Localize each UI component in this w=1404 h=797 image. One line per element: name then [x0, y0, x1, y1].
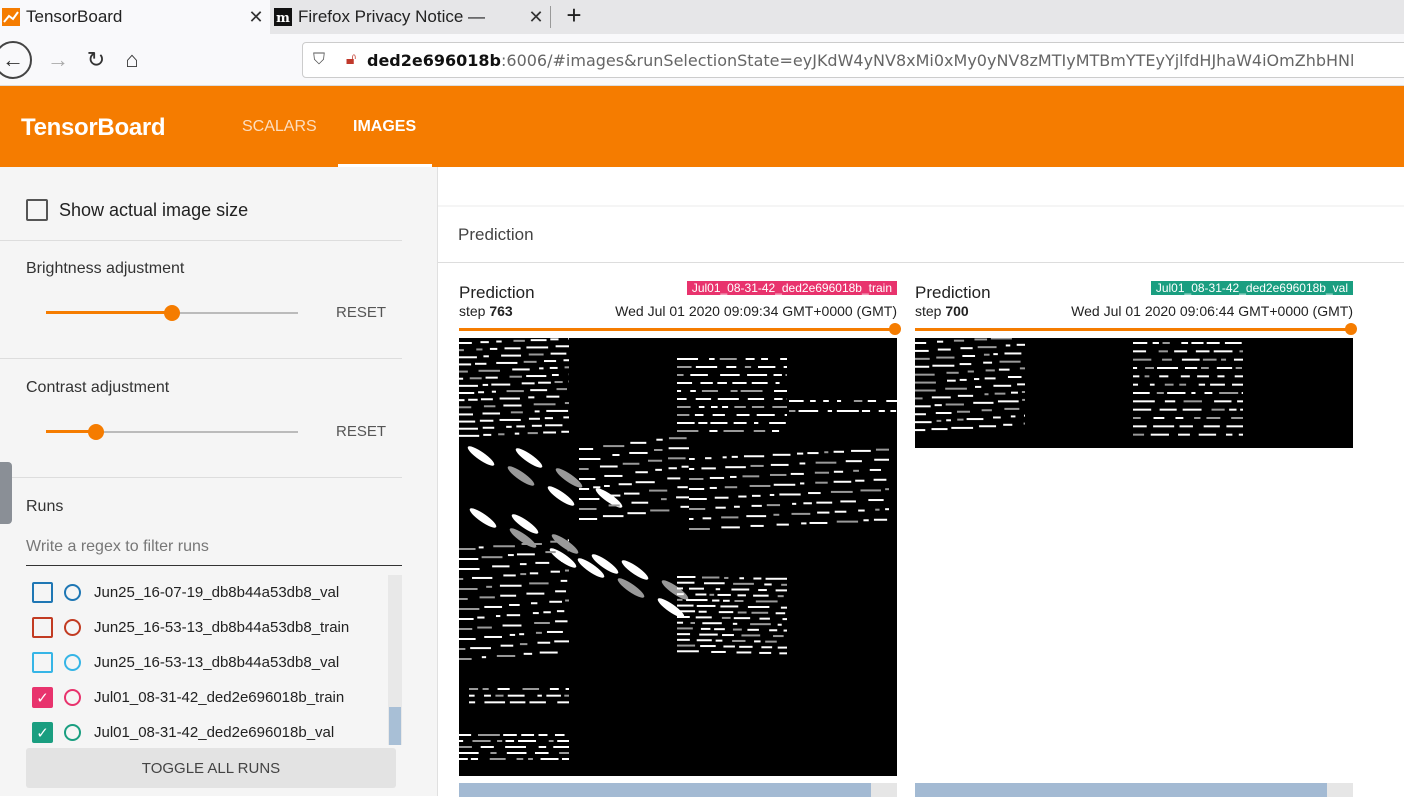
run-name: Jun25_16-07-19_db8b44a53db8_val: [94, 584, 339, 601]
run-color-swatch[interactable]: [64, 619, 81, 636]
brightness-reset-button[interactable]: RESET: [336, 304, 386, 321]
run-name: Jul01_08-31-42_ded2e696018b_val: [94, 724, 334, 741]
url-text[interactable]: ded2e696018b:6006/#images&runSelectionSt…: [367, 51, 1354, 70]
prediction-image: [915, 338, 1353, 448]
run-item[interactable]: Jun25_16-07-19_db8b44a53db8_val: [26, 575, 402, 610]
main-content: Prediction Prediction step 763 Jul01_08-…: [438, 167, 1404, 796]
pane-run-badge: Jul01_08-31-42_ded2e696018b_val: [1151, 281, 1353, 295]
svg-text:m: m: [276, 11, 290, 26]
browser-tab-bar: TensorBoard ✕ m Firefox Privacy Notice —…: [0, 0, 1404, 34]
back-button[interactable]: ←: [0, 41, 32, 79]
runs-label: Runs: [26, 498, 63, 516]
step-slider-thumb[interactable]: [1345, 323, 1357, 335]
browser-tab-tensorboard[interactable]: TensorBoard ✕: [0, 0, 270, 34]
prediction-image: [459, 338, 897, 776]
card-title[interactable]: Prediction: [458, 225, 534, 245]
run-name: Jun25_16-53-13_db8b44a53db8_train: [94, 619, 349, 636]
mozilla-favicon: m: [274, 8, 292, 26]
sidebar: Show actual image size Brightness adjust…: [0, 167, 438, 796]
tab-divider: [550, 6, 551, 28]
insecure-lock-icon[interactable]: 🔓︎: [335, 51, 367, 69]
run-color-swatch[interactable]: [64, 689, 81, 706]
tracking-shield-icon[interactable]: ⛉: [303, 51, 335, 69]
contrast-slider[interactable]: [46, 422, 298, 442]
forward-button[interactable]: →: [42, 44, 74, 76]
prediction-card: Prediction Prediction step 763 Jul01_08-…: [438, 207, 1404, 796]
home-icon: ⌂: [125, 47, 138, 73]
step-slider-thumb[interactable]: [889, 323, 901, 335]
runs-list: Jun25_16-07-19_db8b44a53db8_val Jun25_16-…: [26, 575, 402, 750]
run-color-swatch[interactable]: [64, 584, 81, 601]
run-checkbox[interactable]: [32, 582, 53, 603]
brightness-slider[interactable]: [46, 303, 298, 323]
back-arrow-icon: ←: [2, 47, 24, 73]
browser-tab-privacy-notice[interactable]: m Firefox Privacy Notice — ✕: [272, 0, 550, 34]
run-name: Jul01_08-31-42_ded2e696018b_train: [94, 689, 344, 706]
runs-scrollbar-thumb[interactable]: [389, 707, 401, 745]
browser-nav-bar: ← → ↻ ⌂ ⛉ 🔓︎ ded2e696018b:6006/#images&r…: [0, 34, 1404, 86]
run-checkbox[interactable]: [32, 617, 53, 638]
reload-button[interactable]: ↻: [80, 44, 112, 76]
divider: [0, 358, 402, 359]
run-color-swatch[interactable]: [64, 654, 81, 671]
run-color-swatch[interactable]: [64, 724, 81, 741]
pane-step: step 763: [459, 303, 513, 319]
divider: [0, 240, 402, 241]
pane-tag: Prediction: [915, 283, 991, 303]
card-divider: [438, 262, 1404, 263]
new-tab-button[interactable]: +: [560, 2, 588, 30]
close-tab-icon[interactable]: ✕: [242, 7, 270, 28]
run-item[interactable]: ✓ Jul01_08-31-42_ded2e696018b_train: [26, 680, 402, 715]
tab-scalars[interactable]: SCALARS: [242, 118, 317, 136]
run-filter-input[interactable]: Write a regex to filter runs: [26, 538, 402, 566]
run-item[interactable]: Jun25_16-53-13_db8b44a53db8_train: [26, 610, 402, 645]
pane-step: step 700: [915, 303, 969, 319]
close-tab-icon[interactable]: ✕: [522, 7, 550, 28]
show-actual-size-toggle[interactable]: Show actual image size: [26, 199, 248, 221]
home-button[interactable]: ⌂: [116, 44, 148, 76]
contrast-reset-button[interactable]: RESET: [336, 423, 386, 440]
tab-images[interactable]: IMAGES: [353, 118, 416, 136]
tab-title: TensorBoard: [26, 7, 242, 27]
run-checkbox[interactable]: ✓: [32, 687, 53, 708]
sidebar-resize-handle[interactable]: [0, 462, 12, 524]
top-strip: [438, 167, 1404, 205]
pane-timestamp: Wed Jul 01 2020 09:06:44 GMT+0000 (GMT): [1071, 303, 1353, 319]
step-slider-track[interactable]: [915, 328, 1353, 331]
run-item[interactable]: ✓ Jul01_08-31-42_ded2e696018b_val: [26, 715, 402, 750]
reload-icon: ↻: [87, 47, 105, 73]
pane-run-badge: Jul01_08-31-42_ded2e696018b_train: [687, 281, 897, 295]
forward-arrow-icon: →: [47, 47, 69, 73]
toggle-all-runs-button[interactable]: TOGGLE ALL RUNS: [26, 748, 396, 788]
slider-thumb[interactable]: [88, 424, 104, 440]
url-bar[interactable]: ⛉ 🔓︎ ded2e696018b:6006/#images&runSelect…: [302, 42, 1404, 78]
image-scrollbar-thumb[interactable]: [915, 783, 1327, 797]
brightness-label: Brightness adjustment: [26, 260, 184, 278]
pane-tag: Prediction: [459, 283, 535, 303]
tensorboard-favicon: [2, 8, 20, 26]
image-scrollbar-thumb[interactable]: [459, 783, 871, 797]
step-slider-track[interactable]: [459, 328, 897, 331]
run-checkbox[interactable]: [32, 652, 53, 673]
tab-title: Firefox Privacy Notice —: [298, 7, 522, 27]
contrast-label: Contrast adjustment: [26, 379, 169, 397]
pane-timestamp: Wed Jul 01 2020 09:09:34 GMT+0000 (GMT): [615, 303, 897, 319]
show-actual-size-label: Show actual image size: [59, 200, 248, 221]
app-brand[interactable]: TensorBoard: [21, 114, 165, 142]
run-item[interactable]: Jun25_16-53-13_db8b44a53db8_val: [26, 645, 402, 680]
app-header: TensorBoard SCALARS IMAGES: [0, 86, 1404, 167]
run-name: Jun25_16-53-13_db8b44a53db8_val: [94, 654, 339, 671]
slider-fill: [46, 311, 172, 314]
run-checkbox[interactable]: ✓: [32, 722, 53, 743]
slider-thumb[interactable]: [164, 305, 180, 321]
divider: [0, 477, 402, 478]
show-actual-size-checkbox[interactable]: [26, 199, 48, 221]
